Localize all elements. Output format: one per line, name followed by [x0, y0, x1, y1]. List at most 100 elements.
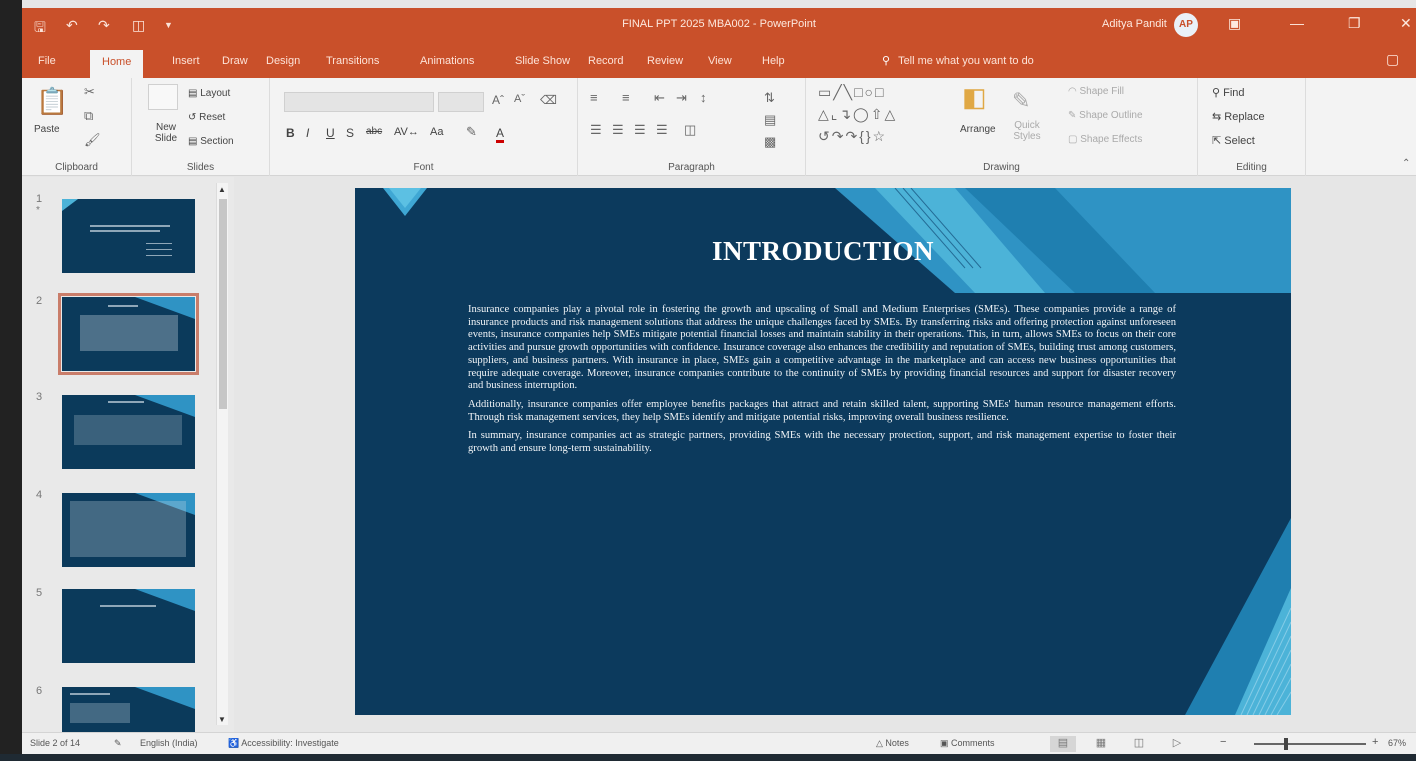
zoom-in-icon[interactable]: +	[1372, 736, 1378, 748]
slide-body-text[interactable]: Insurance companies play a pivotal role …	[468, 304, 1176, 462]
clear-formatting-icon[interactable]: ⌫	[540, 93, 557, 107]
tab-file[interactable]: File	[38, 55, 56, 67]
copy-icon[interactable]: ⧉	[84, 108, 93, 124]
tab-transitions[interactable]: Transitions	[326, 55, 379, 67]
avatar[interactable]: AP	[1174, 13, 1198, 37]
scrollbar-thumb[interactable]	[219, 199, 227, 409]
arrange-button[interactable]: Arrange	[960, 124, 996, 135]
paste-button[interactable]: Paste	[34, 124, 60, 135]
select-label: Select	[1224, 135, 1255, 147]
zoom-out-icon[interactable]: −	[1220, 736, 1226, 748]
align-left-icon[interactable]: ☰	[590, 122, 602, 138]
language-status[interactable]: English (India)	[140, 738, 198, 748]
tab-help[interactable]: Help	[762, 55, 785, 67]
tab-draw[interactable]: Draw	[222, 55, 248, 67]
zoom-level[interactable]: 67%	[1388, 738, 1406, 748]
italic-button[interactable]: I	[306, 126, 309, 140]
tab-home[interactable]: Home	[90, 50, 144, 78]
change-case-button[interactable]: Aa	[430, 126, 443, 138]
tab-slide-show[interactable]: Slide Show	[515, 55, 570, 67]
user-name[interactable]: Aditya Pandit	[1102, 18, 1167, 30]
shadow-button[interactable]: S	[346, 126, 354, 140]
reading-view-button[interactable]: ◫	[1126, 736, 1152, 752]
character-spacing-button[interactable]: AV↔	[394, 126, 419, 138]
font-name-dropdown[interactable]	[284, 92, 434, 112]
notes-button[interactable]: △ Notes	[876, 738, 909, 749]
slide-thumbnail-1[interactable]	[62, 199, 195, 273]
tab-record[interactable]: Record	[588, 55, 623, 67]
slide-title[interactable]: INTRODUCTION	[355, 236, 1291, 267]
increase-font-icon[interactable]: Aˆ	[492, 93, 504, 107]
select-button[interactable]: ⇱ Select	[1212, 134, 1255, 147]
tab-insert[interactable]: Insert	[172, 55, 200, 67]
arrange-icon[interactable]: ◧	[962, 82, 987, 113]
smartart-icon[interactable]: ▩	[764, 134, 776, 150]
underline-button[interactable]: U	[326, 126, 335, 140]
shape-fill-button[interactable]: ◠ Shape Fill	[1068, 86, 1124, 97]
maximize-icon[interactable]: ❐	[1348, 15, 1361, 32]
shapes-gallery-row2[interactable]: △⌞↴◯⇧△	[818, 106, 897, 123]
new-slide-icon[interactable]	[148, 84, 178, 110]
slide-thumbnail-4[interactable]	[62, 493, 195, 567]
bullets-icon[interactable]: ≡	[590, 90, 598, 105]
decrease-font-icon[interactable]: Aˇ	[514, 93, 525, 105]
font-color-button[interactable]: A	[496, 126, 505, 143]
thumbnail-scrollbar[interactable]: ▲ ▼	[216, 183, 228, 725]
align-center-icon[interactable]: ☰	[612, 122, 624, 138]
quick-styles-icon[interactable]: ✎	[1012, 88, 1030, 114]
collapse-ribbon-icon[interactable]: ⌃	[1402, 158, 1410, 169]
tab-review[interactable]: Review	[647, 55, 683, 67]
quick-styles-button[interactable]: Quick Styles	[1006, 120, 1048, 142]
highlight-icon[interactable]: ✎	[466, 124, 477, 140]
canvas-vertical-scrollbar[interactable]	[1404, 177, 1416, 732]
shape-outline-button[interactable]: ✎ Shape Outline	[1068, 110, 1143, 121]
new-slide-button[interactable]: New Slide	[146, 122, 186, 144]
zoom-slider[interactable]	[1254, 738, 1366, 750]
shapes-gallery-row3[interactable]: ↺↷↷{}☆	[818, 128, 887, 145]
zoom-slider-knob[interactable]	[1284, 738, 1288, 750]
layout-button[interactable]: ▤ Layout	[188, 88, 230, 99]
close-icon[interactable]: ✕	[1400, 15, 1412, 32]
align-right-icon[interactable]: ☰	[634, 122, 646, 138]
shape-effects-button[interactable]: ▢ Shape Effects	[1068, 134, 1142, 145]
tab-design[interactable]: Design	[266, 55, 300, 67]
font-size-dropdown[interactable]	[438, 92, 484, 112]
scroll-down-icon[interactable]: ▼	[218, 715, 226, 724]
strikethrough-button[interactable]: abc	[366, 126, 382, 137]
comments-pane-icon[interactable]: ▢	[1386, 51, 1399, 68]
accessibility-status[interactable]: ♿ Accessibility: Investigate	[228, 738, 339, 749]
current-slide[interactable]: INTRODUCTION Insurance companies play a …	[355, 188, 1291, 715]
format-painter-icon[interactable]: 🖌	[84, 132, 101, 148]
line-spacing-icon[interactable]: ↕	[700, 90, 707, 105]
slide-thumbnail-6[interactable]	[62, 687, 195, 732]
bold-button[interactable]: B	[286, 126, 295, 140]
minimize-icon[interactable]: —	[1290, 15, 1304, 31]
tab-animations[interactable]: Animations	[420, 55, 474, 67]
align-text-icon[interactable]: ▤	[764, 112, 776, 128]
slide-thumbnail-3[interactable]	[62, 395, 195, 469]
section-button[interactable]: ▤ Section	[188, 136, 234, 147]
slide-sorter-view-button[interactable]: ▦	[1088, 736, 1114, 752]
scroll-up-icon[interactable]: ▲	[218, 185, 226, 194]
tab-view[interactable]: View	[708, 55, 732, 67]
replace-button[interactable]: ⇆ Replace	[1212, 110, 1265, 123]
normal-view-button[interactable]: ▤	[1050, 736, 1076, 752]
increase-indent-icon[interactable]: ⇥	[676, 90, 687, 106]
slide-show-view-button[interactable]: ▷	[1164, 736, 1190, 752]
find-button[interactable]: ⚲ Find	[1212, 86, 1245, 99]
comments-button[interactable]: ▣ Comments	[940, 738, 995, 749]
numbering-icon[interactable]: ≡	[622, 90, 630, 105]
spelling-check-icon[interactable]: ✎	[114, 738, 122, 749]
cut-icon[interactable]: ✂	[84, 84, 95, 100]
justify-icon[interactable]: ☰	[656, 122, 668, 138]
paste-icon[interactable]: 📋	[36, 86, 68, 117]
text-direction-icon[interactable]: ⇅	[764, 90, 775, 106]
reset-button[interactable]: ↺ Reset	[188, 112, 225, 123]
tell-me-search[interactable]: ⚲ Tell me what you want to do	[882, 54, 1034, 67]
slide-thumbnail-2[interactable]	[58, 293, 199, 375]
slide-thumbnail-5[interactable]	[62, 589, 195, 663]
ribbon-display-options-icon[interactable]: ▣	[1228, 15, 1241, 32]
columns-icon[interactable]: ◫	[684, 122, 696, 138]
shapes-gallery[interactable]: ▭╱╲□○□	[818, 84, 885, 101]
decrease-indent-icon[interactable]: ⇤	[654, 90, 665, 106]
